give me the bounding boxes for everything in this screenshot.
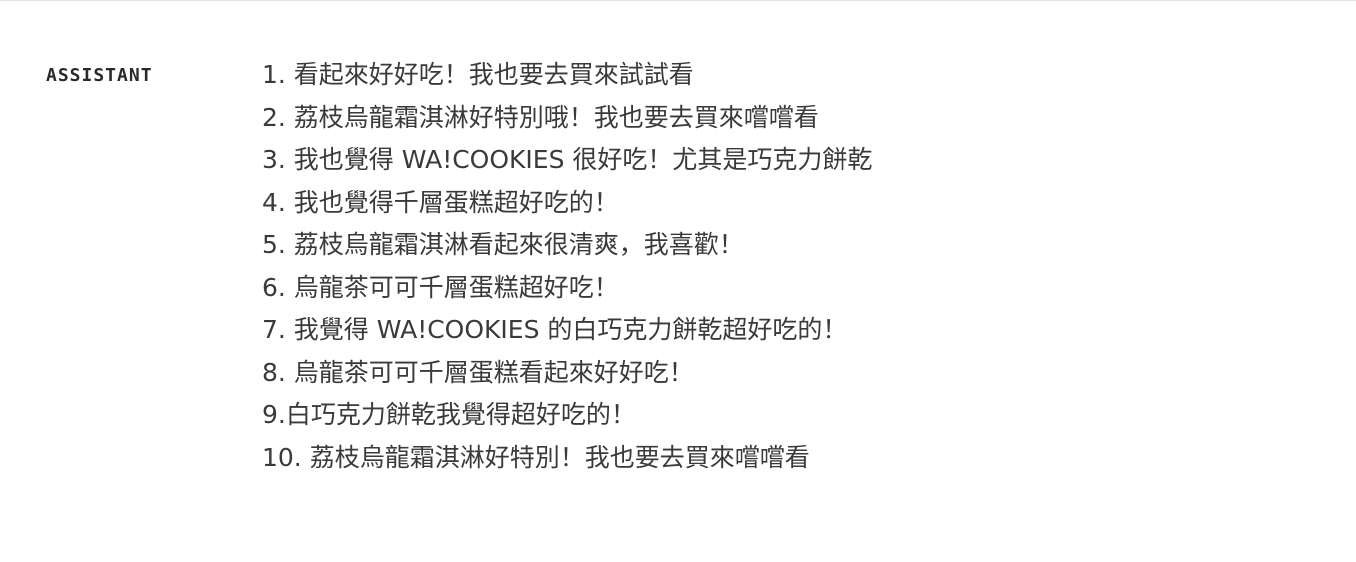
list-item: 10. 荔枝烏龍霜淇淋好特別！我也要去買來嚐嚐看 [262,442,810,472]
list-item: 7. 我覺得 WA!COOKIES 的白巧克力餅乾超好吃的！ [262,315,848,344]
assistant-message: ASSISTANT 1. 看起來好好吃！我也要去買來試試看 2. 荔枝烏龍霜淇淋… [0,0,1356,562]
list-item: 8. 烏龍茶可可千層蛋糕看起來好好吃！ [262,357,694,387]
list-item: 6. 烏龍茶可可千層蛋糕超好吃！ [262,272,619,302]
message-list: 1. 看起來好好吃！我也要去買來試試看 2. 荔枝烏龍霜淇淋好特別哦！我也要去買… [262,54,872,479]
list-item: 5. 荔枝烏龍霜淇淋看起來很清爽，我喜歡！ [262,230,744,259]
list-item: 3. 我也覺得 WA!COOKIES 很好吃！尤其是巧克力餅乾 [262,145,873,174]
list-item: 2. 荔枝烏龍霜淇淋好特別哦！我也要去買來嚐嚐看 [262,102,819,132]
list-item: 1. 看起來好好吃！我也要去買來試試看 [262,60,694,89]
list-item: 4. 我也覺得千層蛋糕超好吃的！ [262,187,619,217]
chat-page: ASSISTANT 1. 看起來好好吃！我也要去買來試試看 2. 荔枝烏龍霜淇淋… [0,0,1356,562]
list-item: 9.白巧克力餅乾我覺得超好吃的！ [262,400,636,429]
role-label: ASSISTANT [46,65,153,86]
